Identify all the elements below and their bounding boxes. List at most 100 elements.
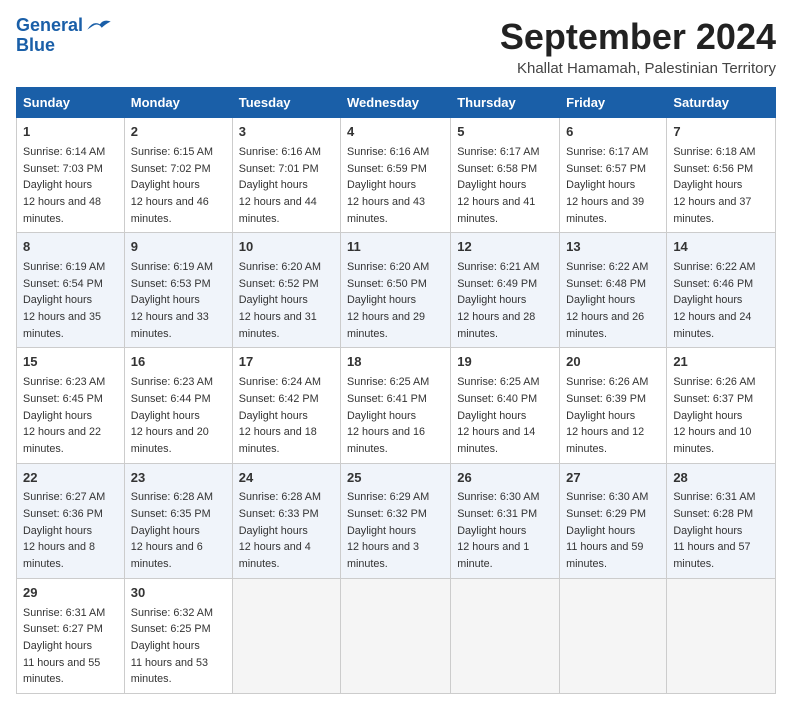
table-row: 28 Sunrise: 6:31 AMSunset: 6:28 PMDaylig… [667,463,776,578]
table-row: 19 Sunrise: 6:25 AMSunset: 6:40 PMDaylig… [451,348,560,463]
day-number: 26 [457,469,553,488]
day-info: Sunrise: 6:18 AMSunset: 6:56 PMDaylight … [673,146,755,225]
table-row: 17 Sunrise: 6:24 AMSunset: 6:42 PMDaylig… [232,348,340,463]
table-row: 16 Sunrise: 6:23 AMSunset: 6:44 PMDaylig… [124,348,232,463]
day-info: Sunrise: 6:24 AMSunset: 6:42 PMDaylight … [239,376,321,455]
day-number: 11 [347,238,444,257]
day-number: 5 [457,123,553,142]
day-info: Sunrise: 6:22 AMSunset: 6:46 PMDaylight … [673,261,755,340]
day-info: Sunrise: 6:20 AMSunset: 6:50 PMDaylight … [347,261,429,340]
table-row [341,578,451,693]
table-row: 1 Sunrise: 6:14 AMSunset: 7:03 PMDayligh… [17,118,125,233]
col-header-thursday: Thursday [451,88,560,118]
table-row: 12 Sunrise: 6:21 AMSunset: 6:49 PMDaylig… [451,233,560,348]
day-number: 16 [131,353,226,372]
day-info: Sunrise: 6:28 AMSunset: 6:33 PMDaylight … [239,491,321,570]
col-header-saturday: Saturday [667,88,776,118]
day-number: 30 [131,584,226,603]
day-number: 28 [673,469,769,488]
day-info: Sunrise: 6:16 AMSunset: 6:59 PMDaylight … [347,146,429,225]
table-row: 10 Sunrise: 6:20 AMSunset: 6:52 PMDaylig… [232,233,340,348]
day-number: 6 [566,123,660,142]
day-number: 4 [347,123,444,142]
table-row: 2 Sunrise: 6:15 AMSunset: 7:02 PMDayligh… [124,118,232,233]
day-info: Sunrise: 6:22 AMSunset: 6:48 PMDaylight … [566,261,648,340]
table-row: 8 Sunrise: 6:19 AMSunset: 6:54 PMDayligh… [17,233,125,348]
table-row: 26 Sunrise: 6:30 AMSunset: 6:31 PMDaylig… [451,463,560,578]
table-row [560,578,667,693]
day-number: 19 [457,353,553,372]
day-info: Sunrise: 6:30 AMSunset: 6:29 PMDaylight … [566,491,648,570]
day-info: Sunrise: 6:21 AMSunset: 6:49 PMDaylight … [457,261,539,340]
table-row [451,578,560,693]
day-number: 24 [239,469,334,488]
day-number: 29 [23,584,118,603]
day-info: Sunrise: 6:20 AMSunset: 6:52 PMDaylight … [239,261,321,340]
col-header-tuesday: Tuesday [232,88,340,118]
logo: General Blue [16,16,113,56]
col-header-sunday: Sunday [17,88,125,118]
table-row [667,578,776,693]
day-info: Sunrise: 6:27 AMSunset: 6:36 PMDaylight … [23,491,105,570]
day-info: Sunrise: 6:23 AMSunset: 6:45 PMDaylight … [23,376,105,455]
day-info: Sunrise: 6:19 AMSunset: 6:54 PMDaylight … [23,261,105,340]
day-number: 10 [239,238,334,257]
calendar-table: SundayMondayTuesdayWednesdayThursdayFrid… [16,87,776,694]
table-row: 27 Sunrise: 6:30 AMSunset: 6:29 PMDaylig… [560,463,667,578]
month-title: September 2024 [500,16,776,58]
day-info: Sunrise: 6:17 AMSunset: 6:58 PMDaylight … [457,146,539,225]
day-number: 25 [347,469,444,488]
day-info: Sunrise: 6:17 AMSunset: 6:57 PMDaylight … [566,146,648,225]
day-info: Sunrise: 6:19 AMSunset: 6:53 PMDaylight … [131,261,213,340]
day-number: 23 [131,469,226,488]
table-row: 14 Sunrise: 6:22 AMSunset: 6:46 PMDaylig… [667,233,776,348]
col-header-friday: Friday [560,88,667,118]
col-header-monday: Monday [124,88,232,118]
day-number: 27 [566,469,660,488]
table-row: 6 Sunrise: 6:17 AMSunset: 6:57 PMDayligh… [560,118,667,233]
day-number: 13 [566,238,660,257]
location-title: Khallat Hamamah, Palestinian Territory [500,60,776,77]
day-info: Sunrise: 6:31 AMSunset: 6:27 PMDaylight … [23,607,105,686]
day-number: 2 [131,123,226,142]
day-number: 18 [347,353,444,372]
table-row: 18 Sunrise: 6:25 AMSunset: 6:41 PMDaylig… [341,348,451,463]
table-row: 30 Sunrise: 6:32 AMSunset: 6:25 PMDaylig… [124,578,232,693]
day-info: Sunrise: 6:28 AMSunset: 6:35 PMDaylight … [131,491,213,570]
table-row: 20 Sunrise: 6:26 AMSunset: 6:39 PMDaylig… [560,348,667,463]
day-info: Sunrise: 6:16 AMSunset: 7:01 PMDaylight … [239,146,321,225]
table-row: 23 Sunrise: 6:28 AMSunset: 6:35 PMDaylig… [124,463,232,578]
table-row: 9 Sunrise: 6:19 AMSunset: 6:53 PMDayligh… [124,233,232,348]
table-row: 21 Sunrise: 6:26 AMSunset: 6:37 PMDaylig… [667,348,776,463]
day-info: Sunrise: 6:26 AMSunset: 6:39 PMDaylight … [566,376,648,455]
day-number: 8 [23,238,118,257]
table-row: 4 Sunrise: 6:16 AMSunset: 6:59 PMDayligh… [341,118,451,233]
table-row: 24 Sunrise: 6:28 AMSunset: 6:33 PMDaylig… [232,463,340,578]
day-number: 22 [23,469,118,488]
day-info: Sunrise: 6:32 AMSunset: 6:25 PMDaylight … [131,607,213,686]
table-row: 11 Sunrise: 6:20 AMSunset: 6:50 PMDaylig… [341,233,451,348]
day-info: Sunrise: 6:26 AMSunset: 6:37 PMDaylight … [673,376,755,455]
day-info: Sunrise: 6:14 AMSunset: 7:03 PMDaylight … [23,146,105,225]
day-number: 20 [566,353,660,372]
day-number: 21 [673,353,769,372]
day-info: Sunrise: 6:29 AMSunset: 6:32 PMDaylight … [347,491,429,570]
table-row: 15 Sunrise: 6:23 AMSunset: 6:45 PMDaylig… [17,348,125,463]
day-info: Sunrise: 6:30 AMSunset: 6:31 PMDaylight … [457,491,539,570]
day-info: Sunrise: 6:25 AMSunset: 6:41 PMDaylight … [347,376,429,455]
day-number: 12 [457,238,553,257]
table-row: 29 Sunrise: 6:31 AMSunset: 6:27 PMDaylig… [17,578,125,693]
table-row: 13 Sunrise: 6:22 AMSunset: 6:48 PMDaylig… [560,233,667,348]
title-area: September 2024 Khallat Hamamah, Palestin… [500,16,776,77]
day-number: 1 [23,123,118,142]
col-header-wednesday: Wednesday [341,88,451,118]
day-info: Sunrise: 6:23 AMSunset: 6:44 PMDaylight … [131,376,213,455]
day-info: Sunrise: 6:15 AMSunset: 7:02 PMDaylight … [131,146,213,225]
page-header: General Blue September 2024 Khallat Hama… [16,16,776,77]
day-number: 9 [131,238,226,257]
day-number: 14 [673,238,769,257]
logo-general: General [16,16,83,36]
day-number: 17 [239,353,334,372]
day-info: Sunrise: 6:25 AMSunset: 6:40 PMDaylight … [457,376,539,455]
table-row [232,578,340,693]
